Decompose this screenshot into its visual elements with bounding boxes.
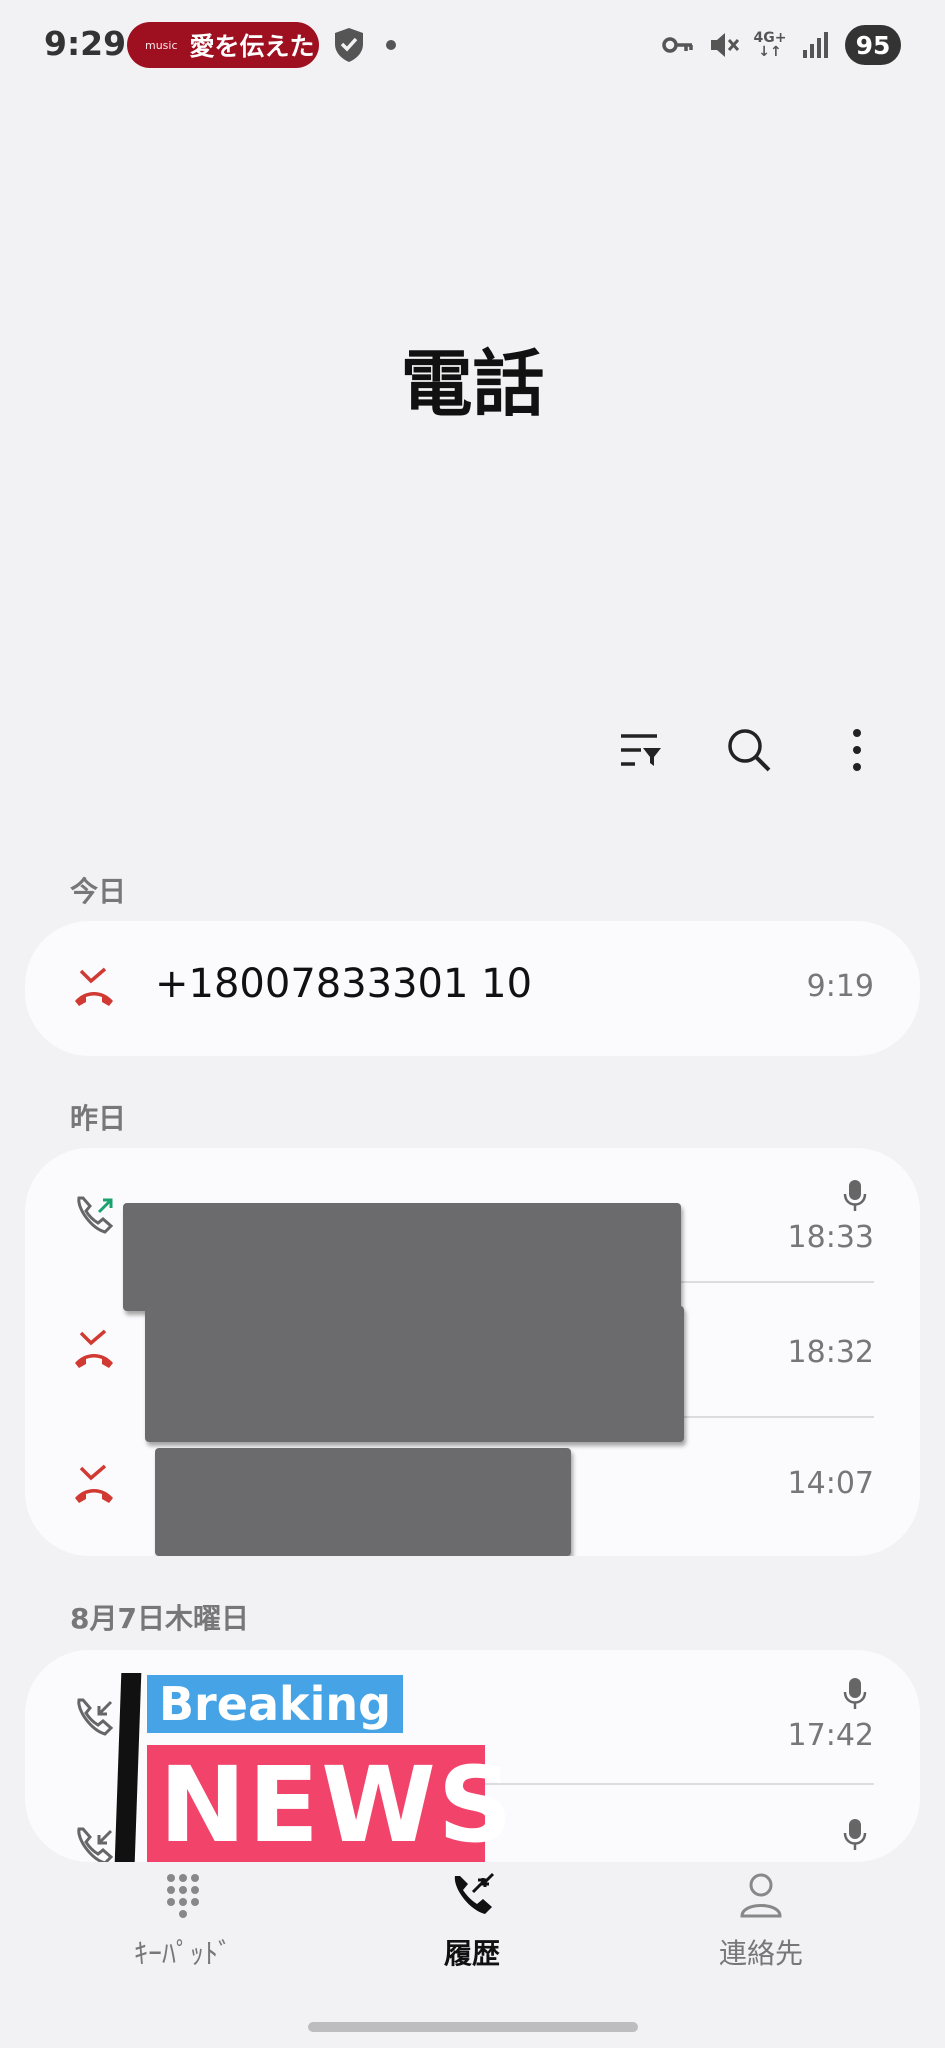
- incoming-call-icon: [77, 1827, 114, 1862]
- signal-icon: [803, 32, 828, 58]
- music-notification-pill[interactable]: music 愛を伝えた: [127, 22, 319, 68]
- contacts-icon: [740, 1873, 782, 1918]
- news-sticker-news: NEWS: [147, 1745, 513, 1862]
- recording-mic-icon: [843, 1180, 867, 1211]
- section-label-aug7: 8月7日木曜日: [70, 1602, 249, 1635]
- bottom-navigation: ｷｰﾊﾟｯﾄﾞ 履歴 連絡先: [0, 1870, 945, 2000]
- filter-icon: [621, 734, 661, 766]
- network-type: 4G+ ↓↑: [753, 30, 787, 60]
- section-label-today: 今日: [70, 875, 127, 908]
- nav-label-contacts: 連絡先: [718, 1937, 803, 1970]
- redaction-block: [155, 1448, 571, 1556]
- call-card-yesterday: 18:33 18:32 14:07: [25, 1148, 920, 1556]
- search-icon: [728, 729, 771, 772]
- nav-keypad[interactable]: ｷｰﾊﾟｯﾄﾞ: [83, 1870, 283, 1972]
- missed-call-icon: [75, 967, 113, 1006]
- call-time: 14:07: [787, 1466, 874, 1501]
- call-time: 18:33: [787, 1220, 874, 1255]
- nav-history[interactable]: 履歴: [372, 1870, 572, 1972]
- recording-mic-icon: [843, 1678, 867, 1709]
- call-history-icon: [454, 1872, 495, 1914]
- missed-call-icon: [75, 1464, 113, 1503]
- keypad-icon: [167, 1874, 199, 1918]
- home-indicator[interactable]: [308, 2022, 638, 2032]
- vpn-key-icon: [662, 37, 693, 53]
- news-sticker-breaking: Breaking: [147, 1675, 404, 1733]
- missed-call-icon: [75, 1329, 113, 1368]
- more-vertical-icon: [853, 729, 861, 771]
- search-button[interactable]: [721, 720, 777, 780]
- call-card-today: +18007833301 10 9:19: [25, 921, 920, 1056]
- music-title: 愛を伝えた: [189, 32, 315, 61]
- incoming-call-icon: [77, 1698, 114, 1736]
- redaction-block: [145, 1306, 684, 1442]
- music-brand: music: [145, 38, 178, 52]
- nav-contacts[interactable]: 連絡先: [661, 1870, 861, 1972]
- filter-button[interactable]: [613, 720, 669, 780]
- more-options-button[interactable]: [829, 720, 885, 780]
- call-card-aug7: 17:42 Breaking NEWS: [25, 1650, 920, 1862]
- call-time: 18:32: [787, 1335, 874, 1370]
- mute-icon: [711, 33, 740, 57]
- call-time: 17:42: [787, 1718, 874, 1753]
- recording-mic-icon: [843, 1819, 867, 1850]
- page-title: 電話: [400, 342, 545, 426]
- status-time: 9:29: [44, 24, 127, 63]
- call-time: 9:19: [806, 969, 874, 1004]
- call-log-row[interactable]: +18007833301 10 9:19: [25, 921, 920, 1056]
- outgoing-call-icon: [77, 1196, 114, 1234]
- nav-label-keypad: ｷｰﾊﾟｯﾄﾞ: [133, 1937, 232, 1970]
- status-bar: 9:29 music 愛を伝えた 4G+ ↓↑ 95: [0, 0, 945, 90]
- redaction-block: [123, 1203, 681, 1311]
- nav-label-history: 履歴: [443, 1937, 500, 1970]
- section-label-yesterday: 昨日: [70, 1102, 127, 1135]
- caller-number: +18007833301 10: [155, 961, 533, 1007]
- notification-dot: [386, 40, 396, 50]
- toolbar: [613, 720, 885, 780]
- shield-check-icon: [335, 28, 363, 62]
- battery-level: 95: [845, 25, 901, 65]
